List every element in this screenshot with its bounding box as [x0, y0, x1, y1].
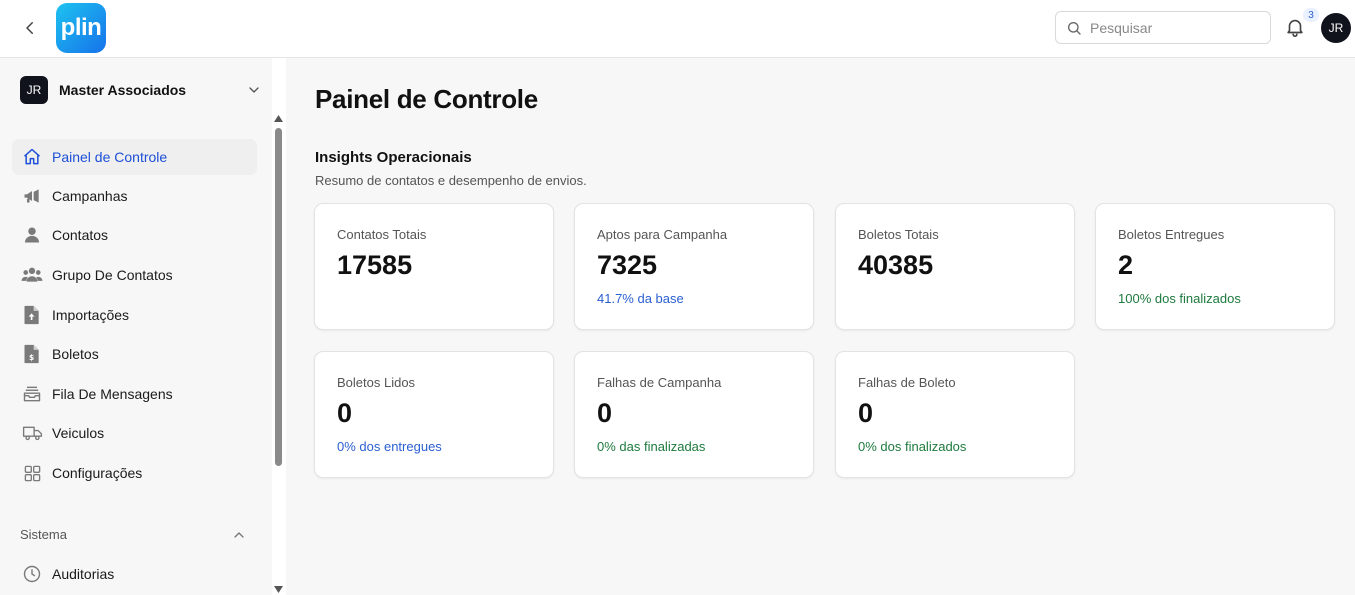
stat-note: 41.7% da base: [597, 291, 684, 306]
search-box[interactable]: [1055, 11, 1271, 44]
stat-note: 0% dos finalizados: [858, 439, 967, 454]
sidebar-item-grupo-de-contatos[interactable]: Grupo De Contatos: [12, 257, 257, 293]
sidebar-item-label: Boletos: [52, 346, 99, 362]
stat-label: Aptos para Campanha: [597, 227, 728, 242]
sidebar-item-configuracoes[interactable]: Configurações: [12, 455, 257, 491]
sidebar-item-campanhas[interactable]: Campanhas: [12, 178, 257, 214]
stat-label: Boletos Totais: [858, 227, 939, 242]
section-label-sistema: Sistema: [20, 527, 67, 542]
scroll-down-arrow-icon[interactable]: [273, 585, 284, 594]
stat-value: 0: [858, 398, 874, 428]
sidebar-item-label: Auditorias: [52, 566, 115, 582]
search-input[interactable]: [1090, 19, 1250, 36]
stat-note: 0% das finalizadas: [597, 439, 706, 454]
truck-icon: [21, 422, 43, 444]
stat-card-falhas-de-campanha: Falhas de Campanha 0 0% das finalizadas: [574, 351, 814, 478]
page-title: Painel de Controle: [315, 84, 538, 114]
sidebar-item-painel-de-controle[interactable]: Painel de Controle: [12, 139, 257, 175]
grid-icon: [21, 462, 43, 484]
org-avatar: JR: [20, 76, 48, 104]
search-icon: [1068, 21, 1081, 35]
stat-label: Boletos Entregues: [1118, 227, 1225, 242]
stat-card-boletos-lidos: Boletos Lidos 0 0% dos entregues: [314, 351, 554, 478]
stat-card-boletos-totais: Boletos Totais 40385: [835, 203, 1075, 330]
sidebar: JR Master Associados Painel de Controle …: [0, 58, 272, 595]
sidebar-item-label: Grupo De Contatos: [52, 267, 173, 283]
stat-value: 0: [597, 398, 613, 428]
inbox-stack-icon: [21, 383, 43, 405]
stat-note: 0% dos entregues: [337, 439, 442, 454]
stat-label: Falhas de Boleto: [858, 375, 956, 390]
stat-value: 2: [1118, 250, 1134, 280]
top-bar: plin 3 JR: [0, 0, 1355, 58]
stat-label: Boletos Lidos: [337, 375, 416, 390]
stat-card-aptos-para-campanha: Aptos para Campanha 7325 41.7% da base: [574, 203, 814, 330]
section-title: Insights Operacionais: [315, 149, 472, 166]
stat-note: 100% dos finalizados: [1118, 291, 1241, 306]
stat-value: 7325: [597, 250, 658, 280]
chevron-up-icon[interactable]: [231, 527, 247, 543]
sidebar-item-contatos[interactable]: Contatos: [12, 217, 257, 253]
user-icon: [21, 224, 43, 246]
sidebar-item-auditorias[interactable]: Auditorias: [12, 556, 257, 592]
sidebar-item-label: Configurações: [52, 465, 143, 481]
sidebar-item-label: Contatos: [52, 227, 109, 243]
stat-value: 17585: [337, 250, 413, 280]
stat-card-falhas-de-boleto: Falhas de Boleto 0 0% dos finalizados: [835, 351, 1075, 478]
scrollbar-thumb[interactable]: [275, 128, 282, 466]
stat-label: Falhas de Campanha: [597, 375, 722, 390]
stat-card-contatos-totais: Contatos Totais 17585: [314, 203, 554, 330]
home-icon: [21, 146, 43, 168]
sidebar-item-fila-de-mensagens[interactable]: Fila De Mensagens: [12, 376, 257, 412]
scroll-up-arrow-icon[interactable]: [273, 114, 284, 123]
file-dollar-icon: $: [21, 343, 43, 365]
sidebar-item-label: Fila De Mensagens: [52, 386, 173, 402]
sidebar-item-importacoes[interactable]: Importações: [12, 297, 257, 333]
back-button[interactable]: [18, 16, 42, 40]
sidebar-item-label: Campanhas: [52, 188, 128, 204]
sidebar-item-boletos[interactable]: $ Boletos: [12, 336, 257, 372]
stat-value: 40385: [858, 250, 934, 280]
sidebar-item-label: Importações: [52, 307, 130, 323]
sidebar-item-label: Veiculos: [52, 425, 105, 441]
users-icon: [21, 264, 43, 286]
user-avatar[interactable]: JR: [1321, 13, 1351, 43]
org-switcher[interactable]: JR Master Associados: [20, 76, 264, 104]
sidebar-item-veiculos[interactable]: Veiculos: [12, 415, 257, 451]
megaphone-icon: [21, 185, 43, 207]
file-upload-icon: [21, 304, 43, 326]
chevron-down-icon: [249, 87, 259, 93]
svg-text:$: $: [29, 353, 34, 362]
section-subtitle: Resumo de contatos e desempenho de envio…: [315, 173, 587, 188]
clock-icon: [21, 563, 43, 585]
notification-count-badge: 3: [1302, 7, 1320, 23]
stat-card-boletos-entregues: Boletos Entregues 2 100% dos finalizados: [1095, 203, 1335, 330]
stat-label: Contatos Totais: [337, 227, 427, 242]
app-logo[interactable]: plin: [56, 3, 106, 53]
logo-text: plin: [60, 14, 102, 41]
stat-value: 0: [337, 398, 353, 428]
org-name: Master Associados: [59, 82, 187, 98]
chevron-left-icon: [26, 22, 33, 34]
sidebar-item-label: Painel de Controle: [52, 149, 168, 165]
